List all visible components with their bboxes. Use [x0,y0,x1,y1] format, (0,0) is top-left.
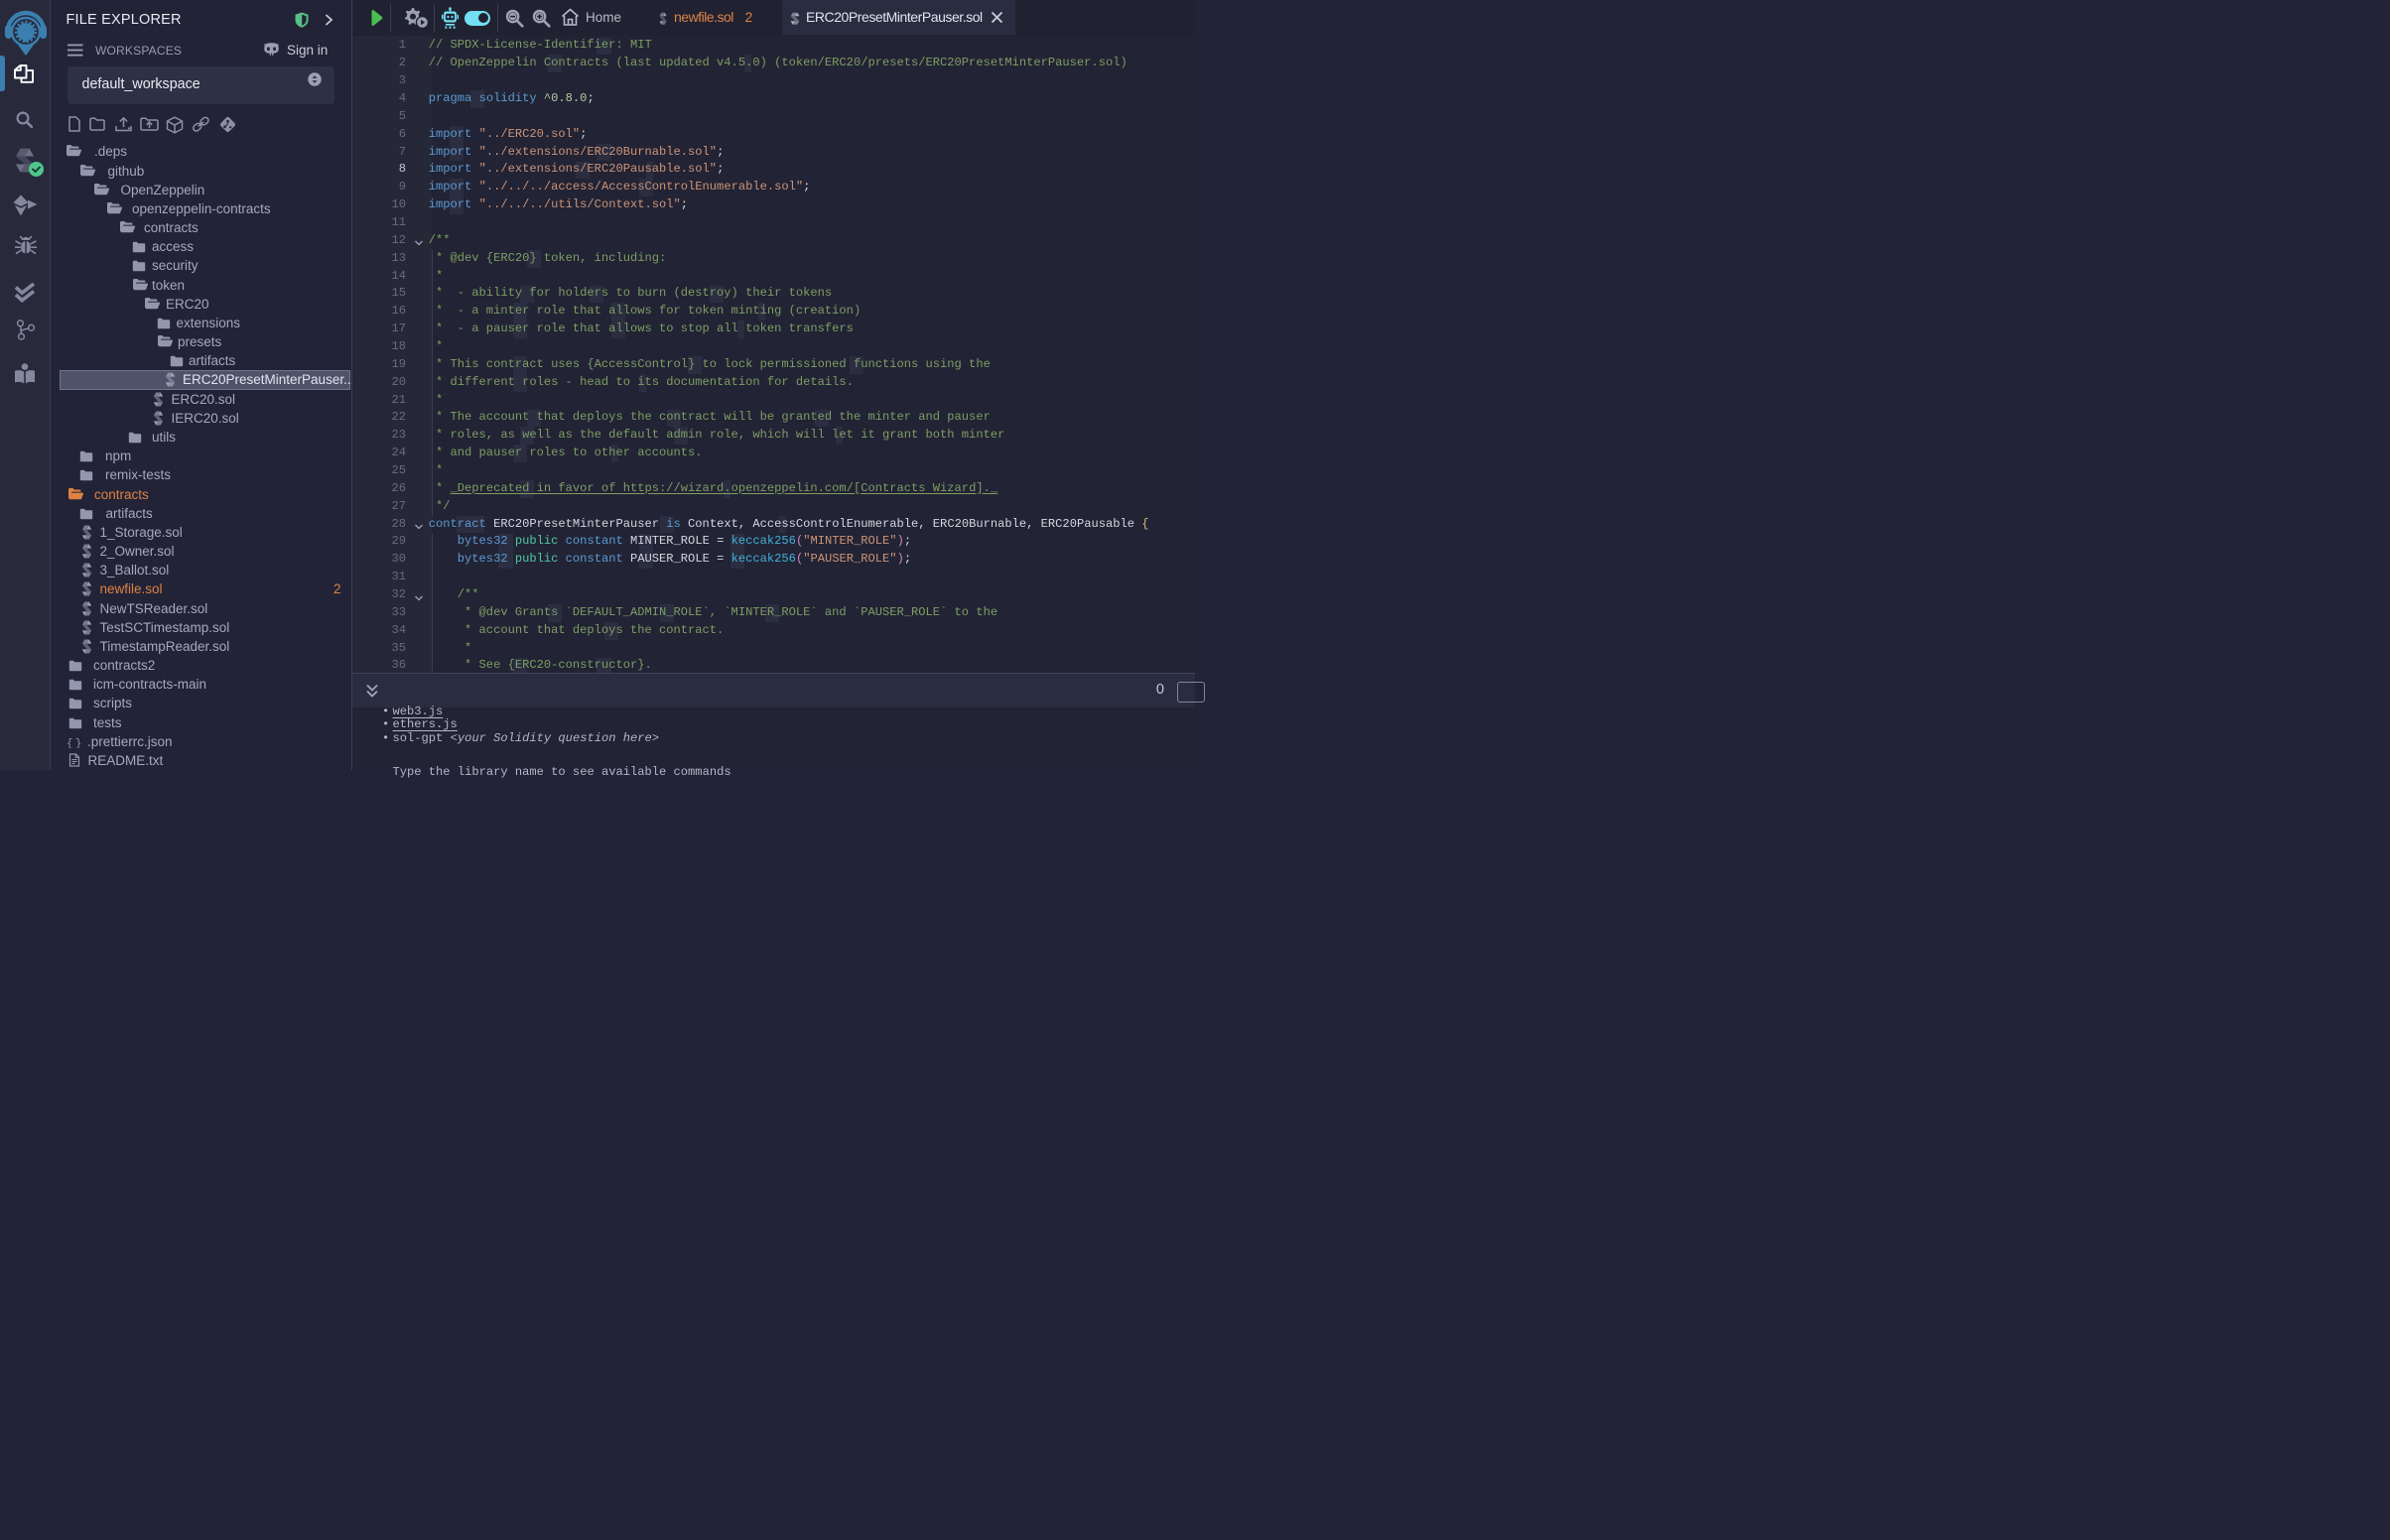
svg-text:{ }: { } [66,738,80,748]
